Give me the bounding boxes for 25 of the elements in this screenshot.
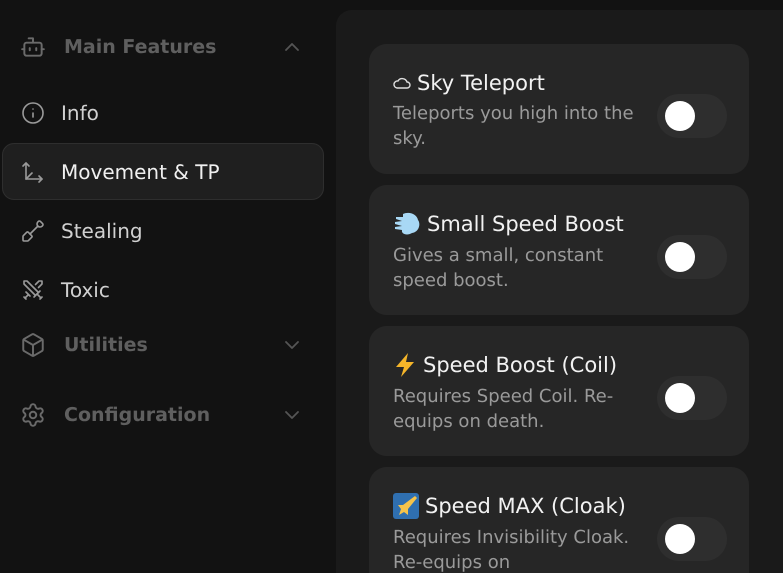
sidebar-item[interactable]: Toxic [2,261,324,318]
shovel-icon [21,218,45,242]
cloud-icon [393,76,411,90]
toggle-switch[interactable] [657,376,727,420]
settings-icon [20,402,46,428]
axis-arrows-icon [21,160,45,184]
sidebar-item[interactable]: Stealing [2,202,324,259]
info-icon [21,100,45,124]
cube-icon [20,332,46,358]
toggle-switch[interactable] [657,235,727,279]
toggle-switch[interactable] [657,94,727,138]
feature-description: Requires Invisibility Cloak. Re-equips on [393,526,630,573]
feature-description: Teleports you high into the sky. [393,102,635,151]
feature-title: Speed MAX (Cloak) [425,494,626,518]
feature-description: Gives a small, constant speed boost. [393,244,604,293]
sidebar-item[interactable]: Info [2,84,324,141]
feature-title: Speed Boost (Coil) [423,353,618,377]
toggle-switch[interactable] [657,517,727,561]
lightning-icon [393,352,417,378]
feature-title: Small Speed Boost [427,212,624,236]
feature-description: Requires Speed Coil. Re-equips on death. [393,385,614,434]
sidebar-item[interactable]: Movement & TP [2,143,324,200]
crossed-swords-icon [21,278,45,302]
wind-puff-icon [393,211,421,237]
feature-title: Sky Teleport [417,71,545,95]
